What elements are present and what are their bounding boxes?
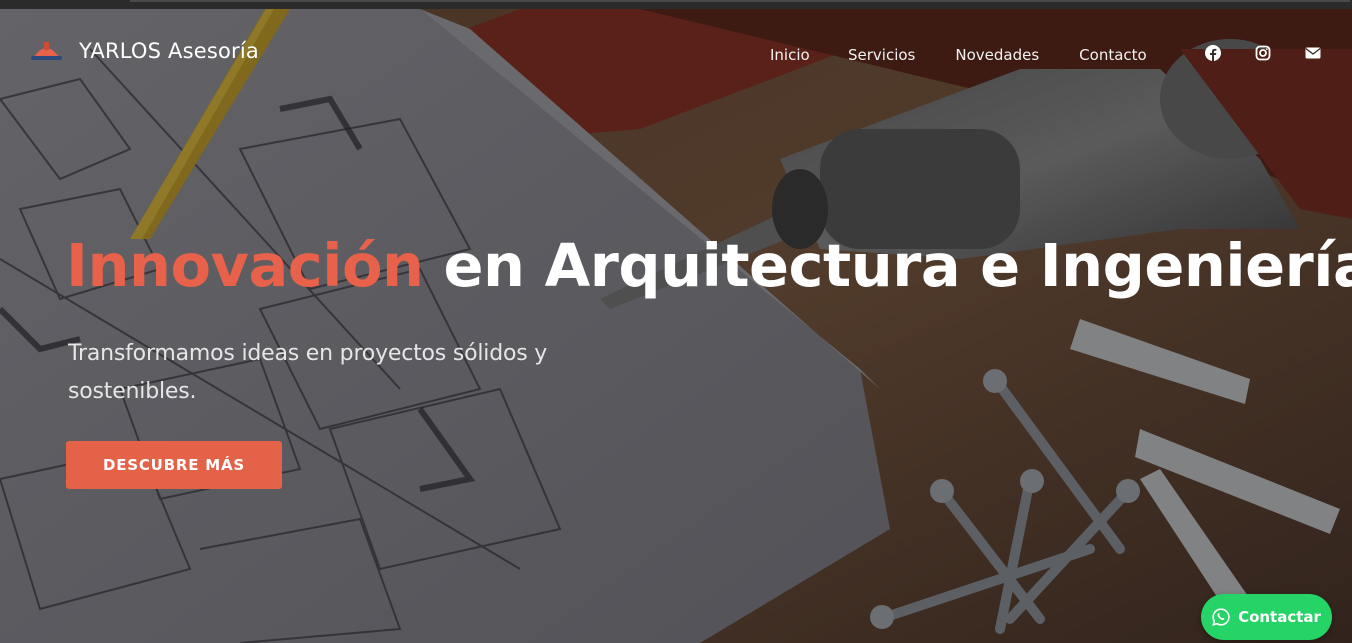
hero-dark-overlay <box>0 9 1352 643</box>
envelope-icon[interactable] <box>1305 45 1321 61</box>
brand[interactable]: YARLOS Asesoría <box>30 39 259 63</box>
nav-contacto[interactable]: Contacto <box>1079 46 1147 64</box>
top-strip-line <box>130 0 1350 2</box>
main-nav: Inicio Servicios Novedades Contacto <box>770 46 1147 64</box>
page: YARLOS Asesoría Inicio Servicios Novedad… <box>0 0 1352 643</box>
whatsapp-label: Contactar <box>1238 608 1321 626</box>
instagram-icon[interactable] <box>1255 45 1271 61</box>
hardhat-icon <box>31 42 62 60</box>
nav-novedades[interactable]: Novedades <box>955 46 1039 64</box>
facebook-icon[interactable] <box>1205 45 1221 61</box>
whatsapp-contact-button[interactable]: Contactar <box>1201 594 1332 640</box>
cta-button[interactable]: DESCUBRE MÁS <box>66 441 282 489</box>
browser-top-strip <box>0 0 1352 9</box>
nav-inicio[interactable]: Inicio <box>770 46 810 64</box>
hero-subtitle: Transformamos ideas en proyectos sólidos… <box>68 341 548 404</box>
whatsapp-icon <box>1212 608 1230 626</box>
headline-rest: en Arquitectura e Ingeniería <box>423 231 1352 300</box>
brand-name: YARLOS Asesoría <box>79 39 259 63</box>
hero-headline: Innovación en Arquitectura e Ingeniería <box>66 231 1352 300</box>
headline-accent: Innovación <box>66 231 424 300</box>
social-links <box>1205 45 1321 61</box>
nav-servicios[interactable]: Servicios <box>848 46 915 64</box>
hero-section: YARLOS Asesoría Inicio Servicios Novedad… <box>0 9 1352 643</box>
